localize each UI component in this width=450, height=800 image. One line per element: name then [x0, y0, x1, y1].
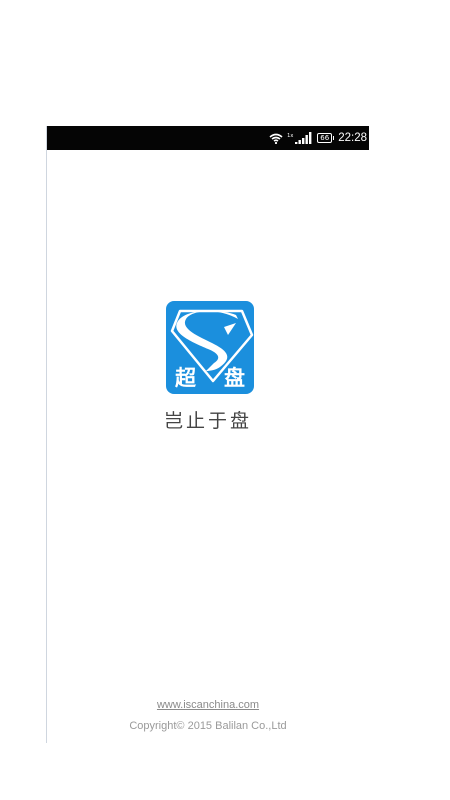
app-logo: 超 盘	[166, 301, 254, 394]
status-icons: 1x 66 22:28	[269, 132, 367, 144]
logo-text: 超 盘	[166, 366, 254, 390]
network-type-label: 1x	[287, 133, 294, 139]
splash-screen: 1x 66 22:28 超 盘 岂止于盘 www.iscanchina.com …	[46, 126, 369, 743]
app-slogan: 岂止于盘	[163, 410, 252, 432]
battery-icon: 66	[317, 133, 335, 143]
status-bar: 1x 66 22:28	[47, 126, 369, 150]
battery-level: 66	[320, 133, 330, 142]
logo-char-left: 超	[175, 366, 196, 390]
logo-char-right: 盘	[224, 366, 245, 390]
wifi-icon	[269, 133, 283, 144]
website-link[interactable]: www.iscanchina.com	[47, 699, 369, 711]
copyright-text: Copyright© 2015 Balilan Co.,Ltd	[129, 720, 287, 732]
signal-icon	[295, 132, 313, 144]
status-clock: 22:28	[338, 132, 367, 144]
